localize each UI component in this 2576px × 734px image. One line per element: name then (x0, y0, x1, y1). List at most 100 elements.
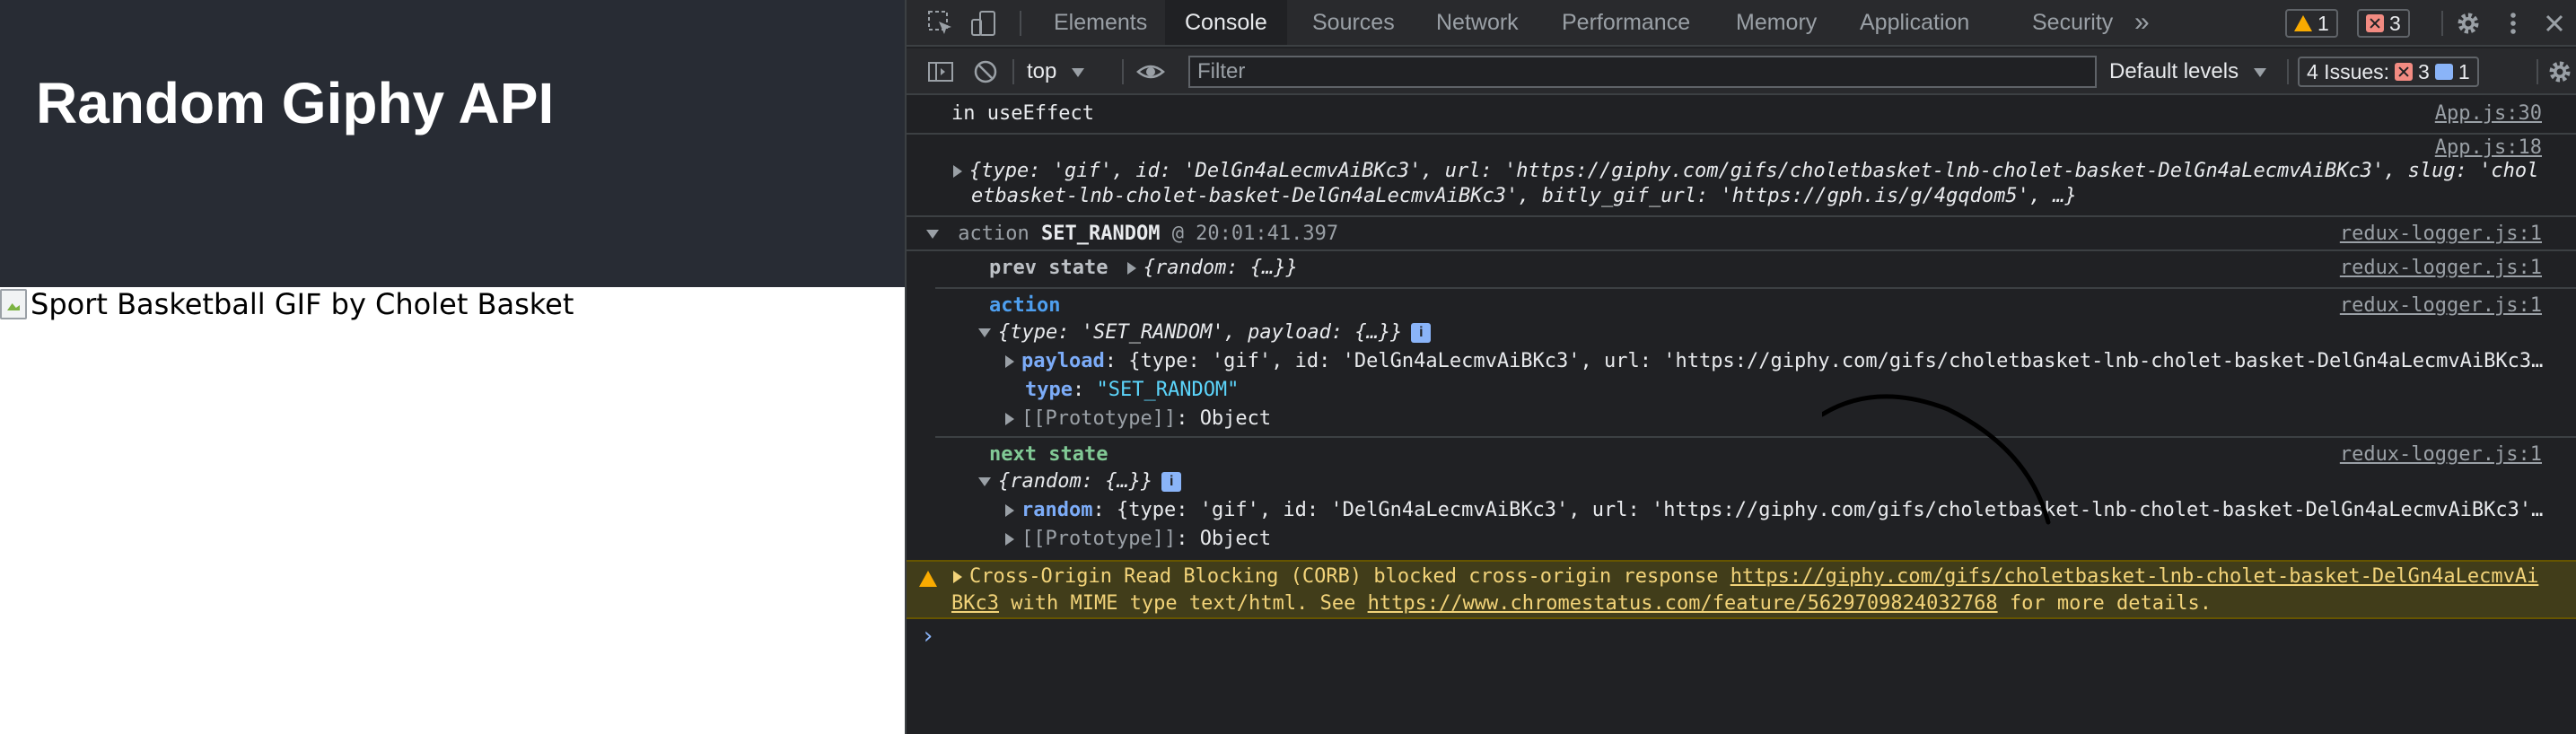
prototype-entry[interactable]: [[Prototype]]: Object (1005, 528, 2576, 550)
live-expression-eye-icon[interactable] (1136, 57, 1165, 86)
divider (935, 287, 2576, 289)
prev-state-entry[interactable]: prev state {random: {…}} (989, 257, 2576, 279)
tabbar-separator-2 (2441, 11, 2443, 36)
device-toolbar-icon[interactable] (969, 9, 998, 38)
app-page: Random Giphy API Sport Basketball GIF by… (0, 0, 905, 734)
payload-entry[interactable]: payload: {type: 'gif', id: 'DelGn4aLecmv… (1005, 350, 2576, 372)
next-state-object[interactable]: {random: {…}} i (978, 470, 2576, 493)
action-object-value: {type: 'SET_RANDOM', payload: {…}} (998, 321, 1403, 344)
log-object-line-2: etbasket-lnb-cholet-basket-DelGn4aLecmvA… (971, 185, 2077, 207)
prev-state-label: prev state (989, 257, 1108, 279)
next-state-label: next state (989, 443, 1108, 466)
tab-memory[interactable]: Memory (1716, 0, 1836, 45)
warning-icon (2294, 15, 2312, 31)
issues-info-icon (2434, 64, 2453, 80)
type-key: type (1025, 379, 1073, 401)
expand-arrow-icon[interactable] (953, 571, 962, 583)
payload-value: {type: 'gif', id: 'DelGn4aLecmvAiBKc3', … (1128, 350, 2544, 372)
issues-button[interactable]: 4 Issues: 3 1 (2298, 57, 2479, 87)
broken-image-icon (0, 289, 27, 319)
tab-console[interactable]: Console (1165, 0, 1287, 45)
prototype-key: [[Prototype]] (1021, 407, 1177, 430)
expand-arrow-icon[interactable] (1005, 504, 1014, 517)
prototype-key: [[Prototype]] (1021, 528, 1177, 550)
app-header: Random Giphy API (0, 0, 905, 287)
collapse-arrow-icon[interactable] (978, 477, 991, 486)
filter-input[interactable] (1188, 56, 2097, 88)
source-link[interactable]: redux-logger.js:1 (2340, 443, 2542, 466)
settings-gear-icon[interactable] (2454, 9, 2483, 38)
random-entry[interactable]: random: {type: 'gif', id: 'DelGn4aLecmvA… (1005, 499, 2576, 521)
log-message: in useEffect (951, 102, 1094, 125)
source-link[interactable]: redux-logger.js:1 (2340, 294, 2542, 317)
action-label: action (989, 294, 1061, 317)
issues-errors-count: 3 (2418, 59, 2430, 83)
errors-count: 3 (2389, 11, 2401, 35)
inspect-element-icon[interactable] (926, 9, 955, 38)
more-tabs-button[interactable]: » (2115, 0, 2169, 45)
close-devtools-icon[interactable] (2540, 9, 2569, 38)
expand-arrow-icon[interactable] (1005, 533, 1014, 546)
tab-network[interactable]: Network (1416, 0, 1538, 45)
toolbar-separator (1012, 59, 1014, 84)
expand-arrow-icon[interactable] (953, 165, 962, 178)
warning-url-link[interactable]: https://giphy.com/gifs/choletbasket-lnb-… (1730, 565, 2539, 588)
chevron-down-icon (1072, 67, 1085, 77)
tabbar-separator (1020, 11, 1021, 36)
warnings-badge[interactable]: 1 (2285, 9, 2338, 38)
context-selector-label: top (1027, 59, 1057, 83)
toolbar-separator-4 (2537, 59, 2538, 84)
log-levels-dropdown[interactable]: Default levels (2109, 48, 2274, 95)
source-link[interactable]: redux-logger.js:1 (2340, 223, 2542, 245)
sidebar-toggle-icon[interactable] (926, 57, 955, 86)
console-prompt[interactable]: › (921, 623, 935, 650)
warnings-count: 1 (2318, 11, 2329, 35)
console-log-entry: in useEffect (951, 102, 2576, 125)
info-icon: i (1411, 323, 1432, 343)
next-state-entry: next state (989, 443, 2576, 466)
prototype-entry[interactable]: [[Prototype]]: Object (1005, 407, 2576, 430)
action-name: SET_RANDOM (1040, 223, 1161, 245)
action-entry: action (989, 294, 2576, 317)
more-options-icon[interactable] (2499, 9, 2528, 38)
redux-action-group[interactable]: action SET_RANDOM @ 20:01:41.397 (926, 223, 2576, 245)
corb-warning-message: Cross-Origin Read Blocking (CORB) blocke… (907, 560, 2576, 619)
console-settings-gear-icon[interactable] (2545, 57, 2574, 86)
issues-error-icon (2395, 63, 2414, 81)
devtools-panel: Elements Console Sources Network Perform… (905, 0, 2576, 734)
type-entry: type: "SET_RANDOM" (1025, 379, 1240, 401)
errors-badge[interactable]: 3 (2357, 9, 2410, 38)
expand-arrow-icon[interactable] (1005, 355, 1014, 368)
collapse-arrow-icon[interactable] (926, 230, 939, 239)
error-icon (2366, 14, 2384, 32)
expand-arrow-icon[interactable] (1005, 413, 1014, 425)
warning-text-3: for more details. (1997, 592, 2212, 615)
tab-application[interactable]: Application (1840, 0, 1989, 45)
action-object[interactable]: {type: 'SET_RANDOM', payload: {…}} i (978, 321, 2576, 344)
source-link[interactable]: redux-logger.js:1 (2340, 257, 2542, 279)
issues-info-count: 1 (2458, 59, 2470, 83)
clear-console-icon[interactable] (971, 57, 1000, 86)
next-state-value: {random: {…}} (998, 470, 1153, 493)
source-link[interactable]: App.js:18 (2435, 136, 2542, 159)
warning-url-link-cont[interactable]: BKc3 (951, 592, 999, 615)
tab-sources[interactable]: Sources (1292, 0, 1415, 45)
toolbar-separator-2 (1122, 59, 1124, 84)
tab-elements[interactable]: Elements (1034, 0, 1167, 45)
gif-image-alt-text: Sport Basketball GIF by Cholet Basket (31, 287, 574, 321)
log-object-line: {type: 'gif', id: 'DelGn4aLecmvAiBKc3', … (969, 160, 2539, 182)
source-link[interactable]: App.js:30 (2435, 102, 2542, 125)
console-log-object-cont: etbasket-lnb-cholet-basket-DelGn4aLecmvA… (971, 185, 2576, 207)
expand-arrow-icon[interactable] (1126, 262, 1136, 275)
divider (907, 133, 2576, 135)
context-selector[interactable]: top (1027, 48, 1091, 95)
prototype-value: Object (1199, 528, 1272, 550)
payload-key: payload (1021, 350, 1105, 372)
chromestatus-link[interactable]: https://www.chromestatus.com/feature/562… (1368, 592, 1998, 615)
warning-text-2: with MIME type text/html. See (998, 592, 1368, 615)
tab-performance[interactable]: Performance (1542, 0, 1710, 45)
prev-state-value: {random: {…}} (1143, 257, 1298, 279)
console-log-object[interactable]: {type: 'gif', id: 'DelGn4aLecmvAiBKc3', … (953, 160, 2576, 182)
collapse-arrow-icon[interactable] (978, 328, 991, 337)
gif-image: Sport Basketball GIF by Cholet Basket (0, 287, 574, 321)
